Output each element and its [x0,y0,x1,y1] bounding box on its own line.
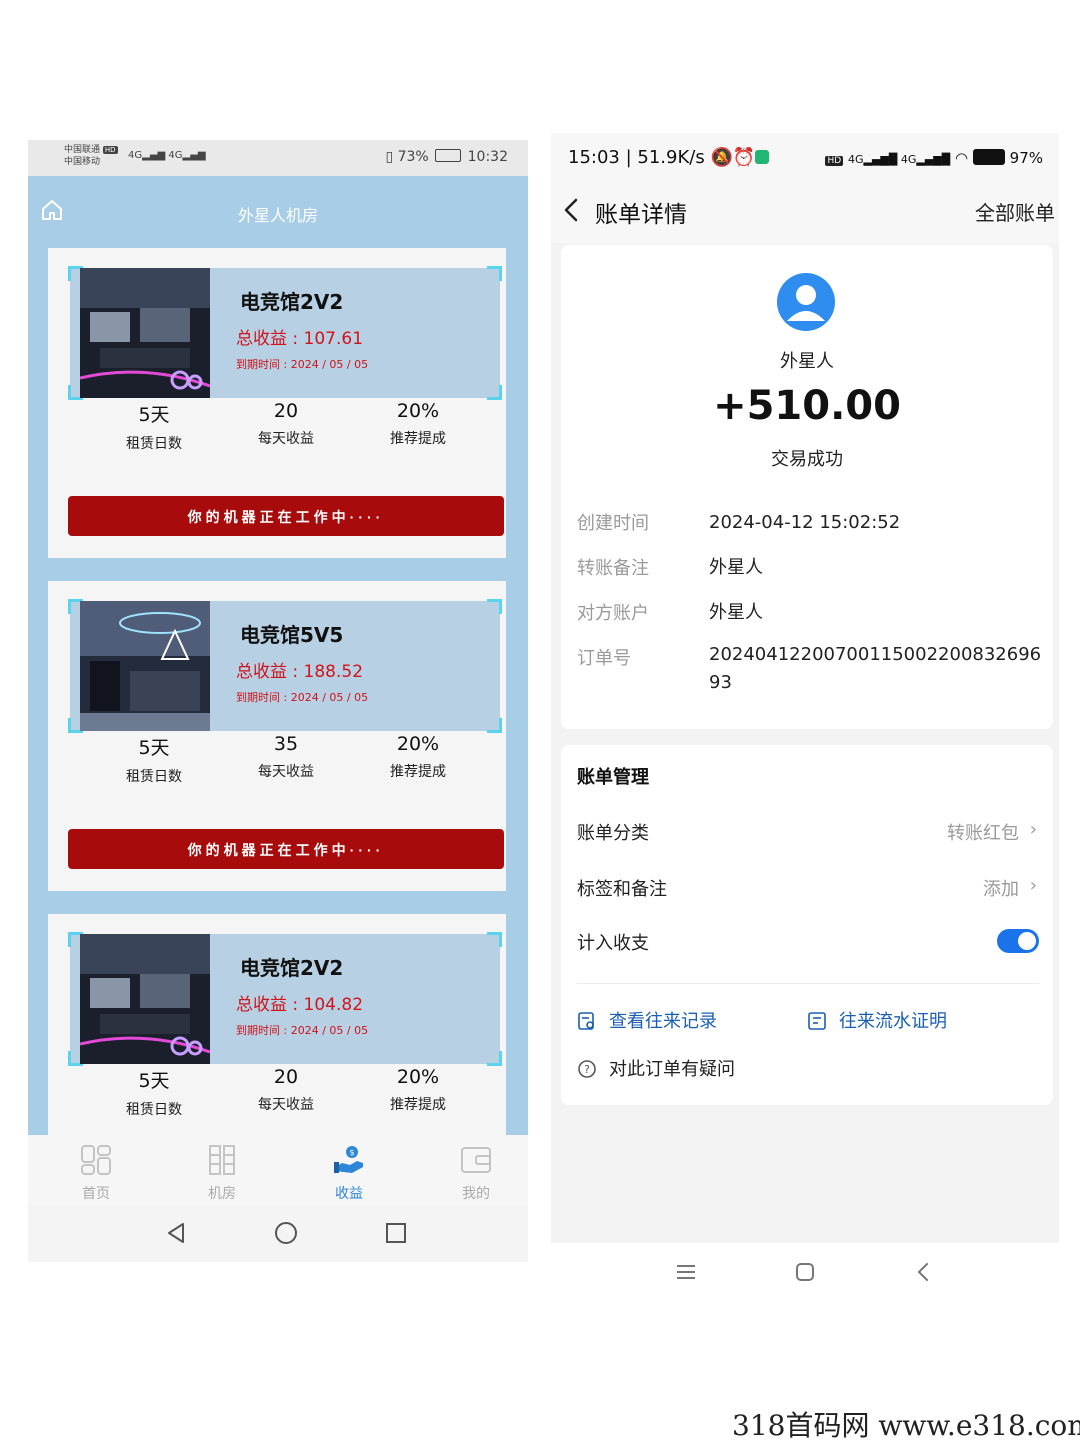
stat-daily-income: 35 每天收益 [258,733,314,780]
back-arrow-icon[interactable] [561,195,581,225]
app-notification-icon [755,150,770,164]
hd-badge: HD [102,146,118,154]
nav-home-icon[interactable] [794,1261,816,1283]
machine-name: 电竞馆2V2 [240,290,344,314]
nav-back-icon[interactable] [164,1221,188,1245]
document-search-icon [578,1012,594,1030]
machine-working-button[interactable]: 你的机器正在工作中···· [68,496,504,536]
battery-icon [435,149,462,162]
divider [577,983,1039,984]
menu-icon[interactable] [675,1261,697,1283]
status-right: HD 4G▂▄▆█ 4G▂▄▆█ ◠ 97% [825,149,1043,167]
tab-earnings[interactable]: $ 收益 [299,1143,399,1203]
tab-mine[interactable]: 我的 [426,1143,526,1203]
server-rack-icon [209,1145,235,1175]
expire-date: 到期时间 : 2024 / 05 / 05 [236,691,369,704]
hd-icon: HD [825,156,844,166]
expire-date: 到期时间 : 2024 / 05 / 05 [236,1024,369,1037]
signal-icon: 4G▂▄▆█ 4G▂▄▆█ [847,153,951,166]
clock: 10:32 [467,149,508,165]
machine-banner: 电竞馆5V5 总收益 : 188.52 到期时间 : 2024 / 05 / 0… [68,599,502,733]
nav-back-icon[interactable] [913,1261,935,1283]
bottom-tab-bar: 首页 机房 $ 收益 我的 [28,1135,528,1205]
machine-name: 电竞馆2V2 [240,956,344,980]
flow-proof-link[interactable]: 往来流水证明 [807,1007,947,1033]
stat-rent-days: 5天 租赁日数 [126,404,182,452]
view-history-link[interactable]: 查看往来记录 [577,1007,717,1033]
transaction-amount: +510.00 [713,383,901,429]
status-right: ▯ 73% 10:32 [385,149,508,165]
status-bar: 中国联通 HD 中国移动 4G▂▄▆ 4G▂▄▆ ▯ 73% 10:32 [28,140,528,176]
nav-recents-icon[interactable] [384,1221,408,1245]
battery-percent: 73% [397,149,429,165]
system-nav-bar [28,1205,528,1262]
nav-home-icon[interactable] [274,1221,298,1245]
tab-machine-room[interactable]: 机房 [172,1143,272,1203]
section-title: 账单管理 [577,767,649,788]
count-in-budget-toggle[interactable] [997,929,1039,953]
signal-icon: 4G▂▄▆ 4G▂▄▆ [128,150,206,161]
machine-list[interactable]: 电竞馆2V2 总收益 : 107.61 到期时间 : 2024 / 05 / 0… [28,248,528,1135]
vibrate-icon: ▯ [385,149,394,165]
machine-card: 电竞馆5V5 总收益 : 188.52 到期时间 : 2024 / 05 / 0… [48,581,506,891]
machine-working-button[interactable]: 你的机器正在工作中···· [68,829,504,869]
right-phone-screen: 15:03 | 51.9K/s 🔕⏰ HD 4G▂▄▆█ 4G▂▄▆█ ◠ 97… [551,133,1059,1243]
alarm-icon: ⏰ [732,147,756,168]
machine-card: 电竞馆2V2 总收益 : 104.82 到期时间 : 2024 / 05 / 0… [48,914,506,1135]
machine-banner: 电竞馆2V2 总收益 : 104.82 到期时间 : 2024 / 05 / 0… [68,932,502,1066]
clock-and-speed: 15:03 | 51.9K/s 🔕⏰ [568,147,770,168]
expire-date: 到期时间 : 2024 / 05 / 05 [236,358,369,371]
page-title: 账单详情 [595,202,687,228]
battery-icon [972,149,1005,165]
total-earnings: 总收益 : 107.61 [236,329,364,349]
chevron-right-icon: › [1029,819,1037,840]
stat-daily-income: 20 每天收益 [258,1066,314,1113]
page-header: 账单详情 全部账单 [551,183,1059,243]
machine-card: 电竞馆2V2 总收益 : 107.61 到期时间 : 2024 / 05 / 0… [48,248,506,558]
watermark-text: 318首码网 www.e318.com [732,1409,1080,1442]
user-icon [787,285,825,321]
carrier-names: 中国联通 HD 中国移动 [64,145,118,167]
system-nav-bar [551,1243,1059,1303]
transaction-status: 交易成功 [771,449,843,470]
tags-notes-row[interactable]: 标签和备注 添加 › [577,875,1039,905]
machine-photo [80,268,210,398]
hand-money-icon: $ [334,1146,363,1173]
app-bar: 外星人机房 [28,176,528,248]
machine-photo [80,934,210,1064]
bill-management-card: 账单管理 账单分类 转账红包 › 标签和备注 添加 › 计入收支 查看往来记录 [561,745,1053,1105]
order-question-link[interactable]: ? 对此订单有疑问 [577,1055,735,1081]
payer-name: 外星人 [780,351,834,372]
transaction-card: 外星人 +510.00 交易成功 创建时间 2024-04-12 15:02:5… [561,245,1053,729]
status-bar: 15:03 | 51.9K/s 🔕⏰ HD 4G▂▄▆█ 4G▂▄▆█ ◠ 97… [551,133,1059,183]
grid-icon [81,1145,111,1175]
tab-home[interactable]: 首页 [46,1143,146,1203]
battery-percent: 97% [1009,149,1043,167]
avatar [777,273,835,331]
stat-rent-days: 5天 租赁日数 [126,1070,182,1118]
machine-photo [80,601,210,731]
svg-text:$: $ [349,1148,354,1157]
statement-icon [808,1012,826,1030]
question-circle-icon: ? [578,1060,596,1078]
all-bills-link[interactable]: 全部账单 [975,197,1055,226]
mute-bell-icon: 🔕 [710,147,733,168]
wallet-icon [461,1147,491,1173]
bill-category-row[interactable]: 账单分类 转账红包 › [577,819,1039,849]
machine-name: 电竞馆5V5 [240,623,344,647]
stat-rent-days: 5天 租赁日数 [126,737,182,785]
machine-banner: 电竞馆2V2 总收益 : 107.61 到期时间 : 2024 / 05 / 0… [68,266,502,400]
stat-referral-rate: 20% 推荐提成 [390,733,446,780]
count-in-budget-row: 计入收支 [577,929,1039,959]
page-title: 外星人机房 [237,206,318,225]
total-earnings: 总收益 : 104.82 [236,995,364,1015]
wifi-icon: ◠ [955,149,969,167]
left-phone-screen: 中国联通 HD 中国移动 4G▂▄▆ 4G▂▄▆ ▯ 73% 10:32 外星人… [28,140,528,1262]
stat-referral-rate: 20% 推荐提成 [390,1066,446,1113]
chevron-right-icon: › [1029,875,1037,896]
stat-referral-rate: 20% 推荐提成 [390,400,446,447]
stat-daily-income: 20 每天收益 [258,400,314,447]
svg-text:?: ? [584,1063,590,1076]
total-earnings: 总收益 : 188.52 [236,662,364,682]
